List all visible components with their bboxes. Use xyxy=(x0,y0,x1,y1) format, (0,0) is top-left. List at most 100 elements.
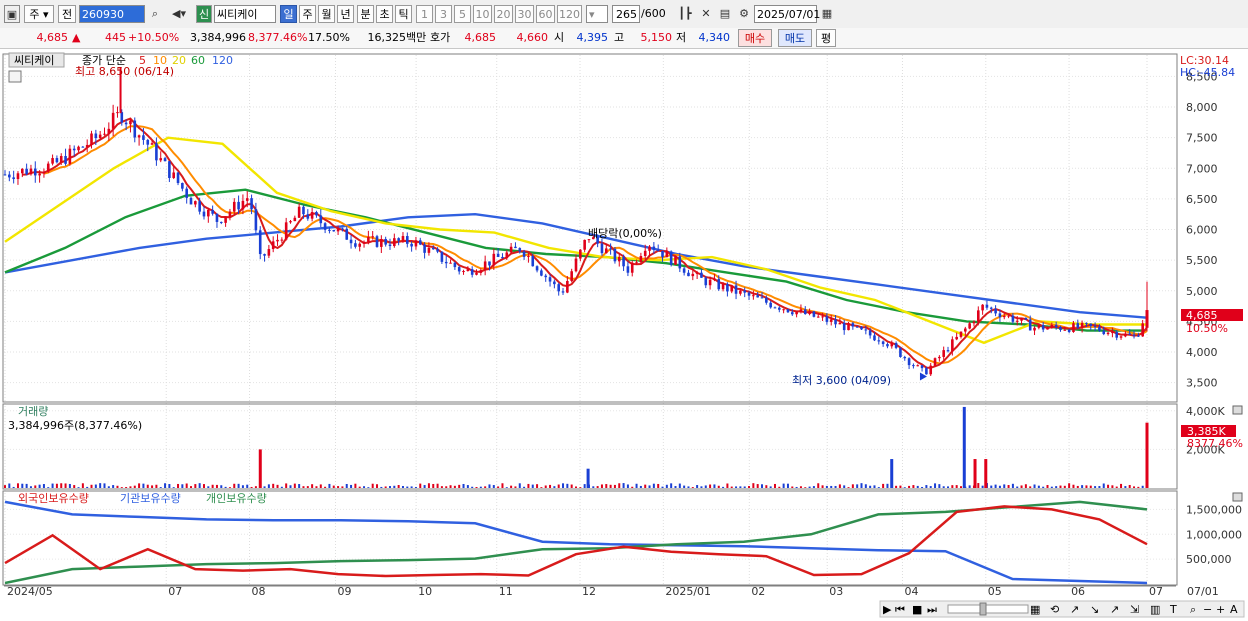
drawing-tool-icon[interactable]: ↗ xyxy=(1070,603,1079,616)
candle-body xyxy=(877,340,881,342)
volume-bar xyxy=(990,485,993,488)
interval-60[interactable]: 60 xyxy=(536,5,555,23)
candle-body xyxy=(600,243,604,254)
line-tool-icon[interactable]: ↗ xyxy=(1110,603,1119,616)
count-input[interactable]: 265 xyxy=(612,5,640,23)
volume-bar xyxy=(484,486,487,488)
holdings-tick-label: 1,500,000 xyxy=(1186,503,1242,516)
volume-bar xyxy=(670,483,673,488)
stock-chart[interactable]: 3,5004,0004,5005,0005,5006,0006,5007,000… xyxy=(0,49,1248,621)
candle-body xyxy=(1011,315,1015,322)
table-icon[interactable] xyxy=(8,70,22,83)
zoom-slider-handle[interactable] xyxy=(979,602,987,616)
window-icon[interactable]: ▣ xyxy=(4,5,20,23)
zoom-slider[interactable] xyxy=(947,604,1029,614)
candle-body xyxy=(410,243,413,247)
candle-body xyxy=(799,309,803,312)
interval-1[interactable]: 1 xyxy=(416,5,433,23)
candle-body xyxy=(604,248,608,254)
interval-10[interactable]: 10 xyxy=(473,5,492,23)
crosshair-icon[interactable]: ✕ xyxy=(697,5,715,23)
price-tick-label: 4,000 xyxy=(1186,346,1218,359)
candle-body xyxy=(981,304,984,311)
date-label: 08 xyxy=(252,585,266,598)
volume-bar xyxy=(613,484,616,488)
candle-body xyxy=(457,267,461,272)
candle-body xyxy=(1128,333,1131,335)
code-input[interactable]: 260930 xyxy=(79,5,145,23)
scroll-right-icon[interactable]: ▶ xyxy=(883,603,892,616)
auto-scale-icon[interactable]: ▦ xyxy=(1030,603,1040,616)
trend-tool-icon[interactable]: ↘ xyxy=(1090,603,1099,616)
volume-bar xyxy=(834,485,837,488)
max-price-label: 최고 8,650 (06/14) xyxy=(75,65,174,78)
candle-body xyxy=(1132,334,1136,336)
candle-body xyxy=(1119,336,1123,338)
gear-icon[interactable]: ⚙ xyxy=(735,5,753,23)
interval-120[interactable]: 120 xyxy=(557,5,582,23)
holdings-panel-close-icon[interactable] xyxy=(1232,492,1243,502)
period-second[interactable]: 초 xyxy=(376,5,393,23)
interval-5[interactable]: 5 xyxy=(454,5,471,23)
candle-body xyxy=(756,295,759,298)
volume-bar xyxy=(825,485,828,488)
zoom-in-icon[interactable]: + xyxy=(1216,603,1225,616)
candle-type-icon[interactable]: ┃┣ xyxy=(676,5,694,23)
quote-bar: 4,685 ▲ 445 +10.50% 3,384,996 8,377.46% … xyxy=(0,28,1248,49)
market-select[interactable]: 주 ▾ xyxy=(24,5,54,23)
candle-body xyxy=(769,302,772,308)
candle-body xyxy=(393,238,396,247)
buy-button[interactable]: 매수 xyxy=(738,29,772,47)
volume-bar xyxy=(544,485,547,488)
first-page-icon[interactable]: ⏮ xyxy=(895,603,905,616)
reset-icon[interactable]: ⟲ xyxy=(1050,603,1059,616)
volume-bar xyxy=(73,485,76,488)
grid-tool-icon[interactable]: ▥ xyxy=(1150,603,1160,616)
candle-body xyxy=(916,365,920,367)
candle-body xyxy=(94,133,98,139)
period-month[interactable]: 월 xyxy=(318,5,335,23)
prev-button[interactable]: 전 xyxy=(58,5,76,23)
interval-30[interactable]: 30 xyxy=(515,5,534,23)
candle-body xyxy=(207,209,210,217)
candle-body xyxy=(790,312,794,315)
sound-icon[interactable]: ◀▾ xyxy=(166,5,192,23)
sell-button[interactable]: 매도 xyxy=(778,29,812,47)
candle-body xyxy=(185,188,188,198)
save-icon[interactable]: ▤ xyxy=(716,5,734,23)
zoom-out-icon[interactable]: − xyxy=(1203,603,1212,616)
period-week[interactable]: 주 xyxy=(299,5,316,23)
volume-bar xyxy=(133,485,136,488)
avg-button[interactable]: 평 xyxy=(816,29,836,47)
volume-bar xyxy=(99,483,102,488)
candle-body xyxy=(297,206,301,218)
period-day[interactable]: 일 xyxy=(280,5,297,23)
interval-20[interactable]: 20 xyxy=(494,5,513,23)
candle-body xyxy=(271,241,275,250)
stock-name-field[interactable]: 씨티케이 xyxy=(214,5,276,23)
current-price-tag-text: 4,685 xyxy=(1186,309,1218,322)
volume-bar xyxy=(86,486,89,488)
volume-bar xyxy=(722,486,725,488)
period-minute[interactable]: 분 xyxy=(357,5,374,23)
volume-bar xyxy=(172,487,175,488)
text-tool-icon[interactable]: T xyxy=(1169,603,1177,616)
period-tick[interactable]: 틱 xyxy=(395,5,412,23)
font-size-icon[interactable]: A xyxy=(1230,603,1238,616)
new-button[interactable]: 신 xyxy=(196,5,212,23)
candle-body xyxy=(59,156,63,163)
search-icon[interactable]: ⌕ xyxy=(147,5,163,23)
candle-body xyxy=(120,112,124,123)
candle-body xyxy=(388,244,392,247)
period-year[interactable]: 년 xyxy=(337,5,354,23)
custom-interval-select[interactable]: ▾ xyxy=(586,5,608,23)
fib-tool-icon[interactable]: ⇲ xyxy=(1130,603,1139,616)
zoom-icon[interactable]: ⌕ xyxy=(1190,603,1196,616)
date-input[interactable]: 2025/07/01 xyxy=(754,5,820,23)
last-page-icon[interactable]: ⏭ xyxy=(927,603,937,616)
interval-3[interactable]: 3 xyxy=(435,5,452,23)
calendar-icon[interactable]: ▦ xyxy=(818,5,836,23)
stop-icon[interactable]: ■ xyxy=(912,603,922,616)
volume-panel-close-icon[interactable] xyxy=(1232,405,1243,415)
candle-body xyxy=(405,236,409,244)
